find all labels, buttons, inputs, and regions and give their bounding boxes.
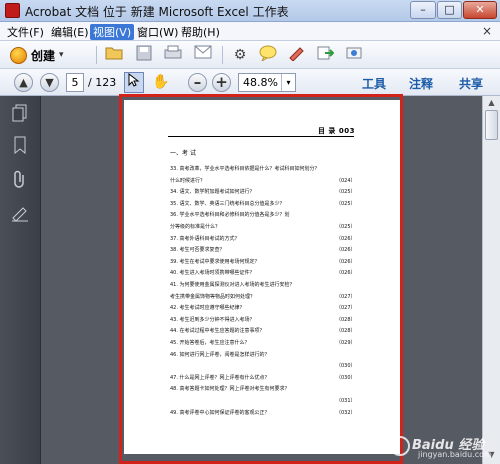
previous-page-icon[interactable]: ▲: [14, 73, 33, 92]
navigation-pane: [0, 96, 41, 464]
chevron-down-icon: ▾: [281, 74, 295, 91]
toc-entry: 什么时候进行？: [170, 177, 206, 184]
toc-entry: 41. 为何要使用金属探测仪对进入考场的考生进行安检？: [170, 282, 295, 288]
baidu-jingyan-watermark: Baidu 经验 jingyan.baidu.com: [388, 432, 498, 462]
toc-page-number: （030）: [336, 374, 356, 381]
tools-pane-link[interactable]: 工具: [362, 75, 386, 92]
print-icon[interactable]: [163, 45, 183, 65]
toc-page-number: （032）: [336, 409, 356, 416]
bookmarks-icon[interactable]: [10, 136, 30, 156]
page-thumbnails-icon[interactable]: [10, 104, 30, 124]
vertical-scrollbar[interactable]: ▲ ▼: [482, 96, 500, 464]
toolbar-divider: [96, 46, 97, 64]
baidu-logo-icon: [390, 436, 410, 456]
toc-entry: 38. 考生可否要求复查？: [170, 247, 225, 254]
page-header: 目 录 003: [318, 127, 355, 135]
toc-entry: 46. 如何进行网上评卷，阅卷是怎样进行的？: [170, 351, 270, 358]
next-page-icon[interactable]: ▼: [40, 73, 59, 92]
page-total: / 123: [88, 76, 117, 89]
toc-page-number: （025）: [336, 200, 356, 207]
toc-page-number: （026）: [336, 258, 356, 265]
attachments-icon[interactable]: [10, 170, 30, 190]
toc-page-number: （025）: [336, 224, 356, 230]
comments-pane-link[interactable]: 注释: [409, 75, 433, 92]
create-icon: [10, 46, 27, 64]
share-pane-link[interactable]: 共享: [459, 75, 483, 92]
create-label: 创建: [31, 48, 56, 63]
page-number-input[interactable]: 5: [66, 73, 84, 92]
acrobat-app-icon: [5, 3, 20, 18]
toc-page-number: （026）: [336, 247, 356, 254]
share-icon[interactable]: [344, 45, 364, 65]
chevron-down-icon: ▾: [59, 50, 64, 60]
toc-entry: 39. 考生在考试中要求使用考场何规定？: [170, 258, 260, 265]
toc-page-number: （027）: [336, 305, 356, 312]
zoom-out-icon[interactable]: –: [188, 73, 207, 92]
maximize-button[interactable]: □: [437, 1, 462, 19]
menu-bar: 文件(F) 编辑(E) 视图(V) 窗口(W) 帮助(H) ×: [0, 22, 500, 41]
open-folder-icon[interactable]: [104, 45, 124, 65]
toc-page-number: （031）: [336, 398, 356, 404]
navigation-toolbar: ▲ ▼ 5 / 123 ✋ – + 48.8% ▾ 工具 注释 共享: [0, 69, 500, 96]
close-button[interactable]: ✕: [463, 1, 497, 19]
zoom-in-icon[interactable]: +: [212, 73, 231, 92]
menu-window[interactable]: 窗口(W): [134, 24, 181, 40]
toc-page-number: （029）: [336, 340, 356, 346]
minimize-button[interactable]: –: [410, 1, 436, 19]
toc-entry: 33. 高考改革，学业水平选考科目依据是什么？考试科目如何划分？: [170, 166, 320, 172]
section-title: 一、考 试: [170, 150, 196, 157]
menu-view[interactable]: 视图(V): [90, 24, 135, 40]
toc-entry: 考生携带金属饰物等物品时如何处理？: [170, 293, 256, 300]
email-icon[interactable]: [193, 45, 213, 65]
create-button[interactable]: 创建 ▾: [8, 44, 83, 66]
main-toolbar: 创建 ▾ ⚙: [0, 41, 500, 69]
save-icon[interactable]: [134, 45, 154, 65]
toc-entry: 48. 高考答题卡如何处理？网上评卷对考生有何要求？: [170, 386, 290, 393]
toc-page-number: （025）: [336, 189, 356, 196]
toc-entry: 42. 考生考试时应遵守哪些纪律？: [170, 305, 245, 312]
toc-entry: 49. 高考评卷中心如何保证评卷的客观公正？: [170, 409, 270, 416]
toc-page-number: （028）: [336, 316, 356, 323]
toc-entry: 45. 开始答卷后，考生应注意什么？: [170, 340, 250, 346]
toc-entry: 40. 考生进入考场时须携带哪些证件？: [170, 270, 255, 277]
signatures-icon[interactable]: [10, 204, 30, 224]
toc-entry: 分等级的标准是什么？: [170, 224, 221, 230]
toc-entry: 36. 学业水平选考科目和必修科目的分值各是多少？划: [170, 212, 290, 219]
hand-tool-icon[interactable]: ✋: [151, 72, 171, 92]
toc-page-number: （030）: [336, 363, 356, 370]
toc-page-number: （026）: [336, 270, 356, 277]
toc-entry: 35. 语文、数学、英语三门统考科目总分值是多少？: [170, 200, 285, 207]
header-rule: [168, 136, 354, 137]
scroll-thumb[interactable]: [485, 110, 498, 140]
toolbar-divider: [222, 46, 223, 64]
scroll-up-icon[interactable]: ▲: [485, 96, 498, 110]
window-title: Acrobat 文档 位于 新建 Microsoft Excel 工作表: [25, 5, 289, 19]
zoom-select[interactable]: 48.8% ▾: [238, 73, 296, 92]
comment-icon[interactable]: [258, 45, 278, 65]
toc-entry: 44. 在考试过程中考生应答题的注意事项？: [170, 328, 265, 335]
toc-entry: 43. 考生迟到多少分钟不得进入考场？: [170, 316, 255, 323]
menu-file[interactable]: 文件(F): [4, 24, 47, 40]
title-bar: Acrobat 文档 位于 新建 Microsoft Excel 工作表 – □…: [0, 0, 500, 22]
sign-icon[interactable]: [287, 45, 307, 65]
toc-page-number: （027）: [336, 293, 356, 300]
toc-entry: 37. 高考外语科目考试的方式？: [170, 235, 240, 242]
toc-entry: 34. 语文、数学附加题考试如何进行？: [170, 189, 255, 196]
menu-help[interactable]: 帮助(H): [178, 24, 223, 40]
toc-page-number: （026）: [336, 235, 356, 242]
menu-edit[interactable]: 编辑(E): [48, 24, 92, 40]
export-icon[interactable]: [315, 45, 335, 65]
toc-entry: 47. 什么是网上评卷？网上评卷有什么优点？: [170, 374, 270, 381]
gear-icon[interactable]: ⚙: [230, 45, 250, 65]
toc-page-number: （028）: [336, 328, 356, 335]
document-close-icon[interactable]: ×: [482, 24, 492, 38]
zoom-value: 48.8%: [243, 76, 278, 89]
toc-page-number: （024）: [336, 177, 356, 184]
watermark-url: jingyan.baidu.com: [418, 450, 492, 459]
select-tool-icon[interactable]: [124, 72, 144, 93]
